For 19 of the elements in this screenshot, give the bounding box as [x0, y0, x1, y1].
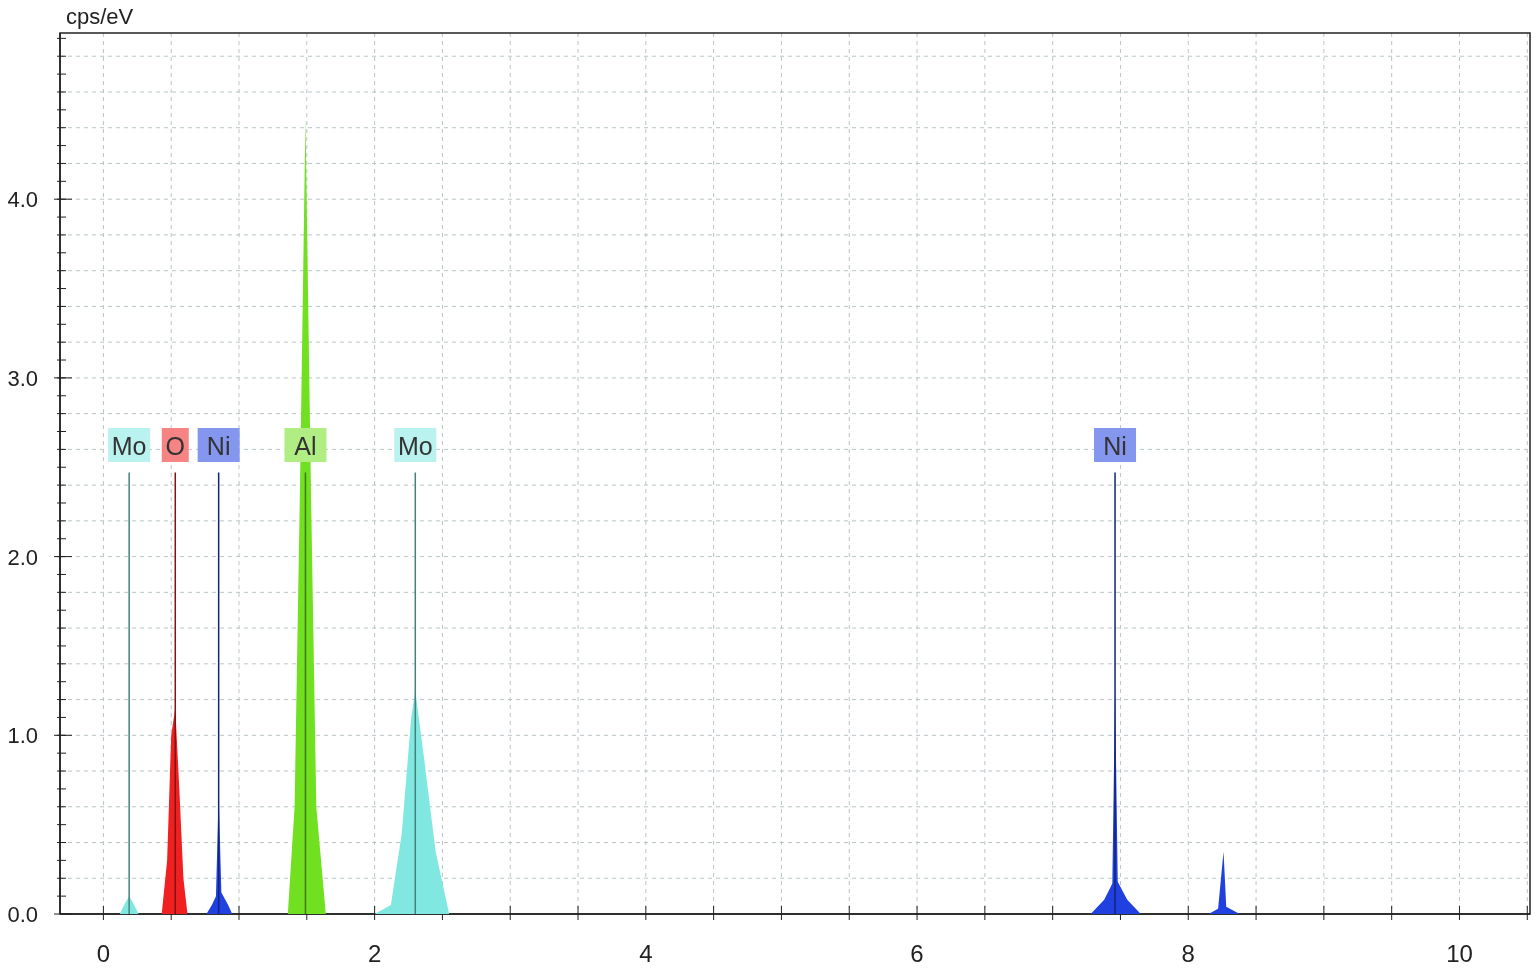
element-label: Ni	[1094, 428, 1137, 462]
y-tick-label: 2.0	[7, 544, 38, 570]
element-label: Ni	[197, 428, 240, 462]
series-label: Al	[294, 432, 317, 460]
x-tick-label: 2	[367, 940, 382, 967]
y-tick-label: 0.0	[7, 902, 38, 927]
element-label: Mo	[108, 428, 151, 462]
y-tick-label: 4.0	[7, 187, 38, 213]
y-tick-label: 3.0	[7, 365, 38, 391]
x-tick-label: 8	[1181, 940, 1195, 967]
element-label: Mo	[394, 428, 437, 462]
y-tick-label: 1.0	[7, 723, 38, 749]
x-tick-label: 10	[1446, 940, 1473, 967]
x-tick-label: 4	[639, 940, 653, 967]
x-tick-label: 6	[910, 940, 924, 967]
element-label: O	[161, 428, 189, 462]
x-tick-label: 0	[96, 940, 111, 967]
y-axis-label: cps/eV	[66, 4, 134, 29]
element-label: Al	[284, 428, 327, 462]
